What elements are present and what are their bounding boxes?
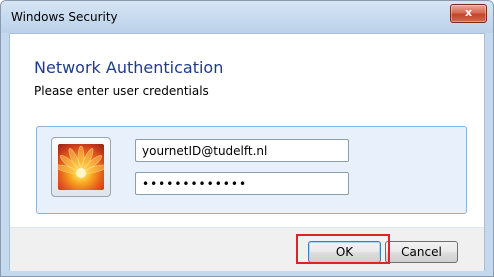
close-button[interactable]: x [450, 4, 487, 23]
title-bar[interactable]: Windows Security x [1, 1, 493, 33]
password-field[interactable] [135, 172, 349, 195]
window-title: Windows Security [11, 10, 118, 24]
flower-picture-icon [58, 144, 104, 190]
close-icon: x [464, 6, 473, 19]
dialog-heading: Network Authentication [34, 58, 224, 77]
dialog-content: Network Authentication Please enter user… [9, 33, 485, 271]
ok-highlight-box [296, 234, 390, 264]
dialog-footer: OK Cancel [10, 227, 484, 271]
cancel-button[interactable]: Cancel [385, 241, 458, 263]
username-field[interactable] [135, 139, 349, 162]
dialog-subheading: Please enter user credentials [34, 84, 209, 98]
user-avatar [51, 137, 111, 197]
credential-tile[interactable] [36, 126, 467, 214]
windows-security-dialog: Windows Security x Network Authenticatio… [0, 0, 494, 277]
